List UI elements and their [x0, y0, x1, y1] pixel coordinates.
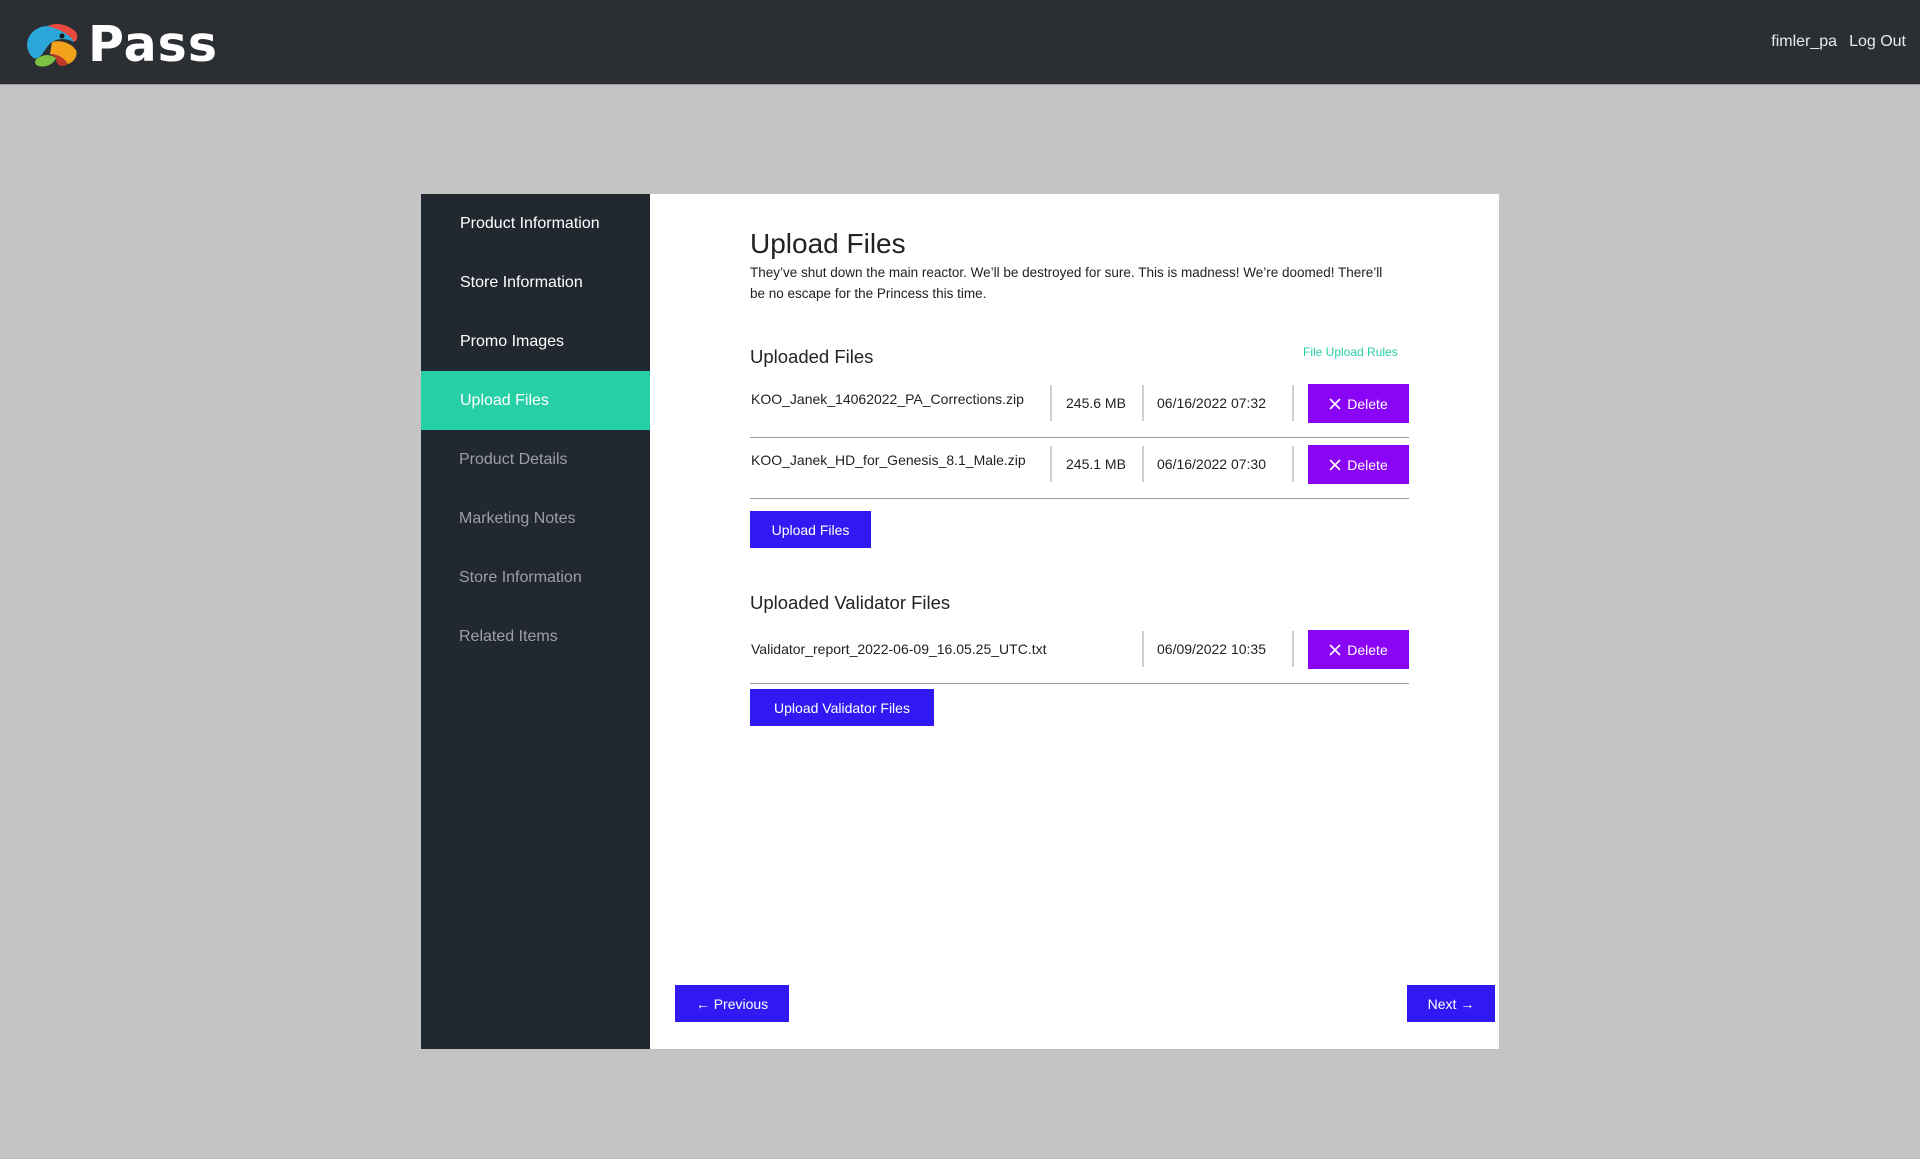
close-icon: [1329, 643, 1341, 656]
sidebar: Product Information Store Information Pr…: [421, 194, 650, 1049]
sidebar-item-store-information-2[interactable]: Store Information: [421, 548, 650, 607]
sidebar-item-store-information[interactable]: Store Information: [421, 253, 650, 312]
divider: [1050, 446, 1052, 482]
upload-validator-files-button[interactable]: Upload Validator Files: [750, 689, 934, 726]
close-icon: [1329, 458, 1341, 471]
sidebar-item-label: Product Details: [459, 450, 568, 468]
sidebar-item-marketing-notes[interactable]: Marketing Notes: [421, 489, 650, 548]
file-size: 245.6 MB: [1066, 395, 1126, 411]
page-title: Upload Files: [750, 228, 906, 259]
divider: [1142, 385, 1144, 421]
sidebar-item-label: Product Information: [460, 214, 600, 232]
delete-validator-file-button[interactable]: Delete: [1308, 630, 1409, 669]
close-icon: [1329, 397, 1341, 410]
sidebar-item-label: Store Information: [460, 273, 583, 291]
uploaded-files-title: Uploaded Files: [750, 346, 874, 367]
next-button[interactable]: Next →: [1407, 985, 1495, 1022]
delete-file-button[interactable]: Delete: [1308, 445, 1409, 484]
sidebar-item-label: Marketing Notes: [459, 509, 576, 527]
file-date: 06/16/2022 07:30: [1157, 456, 1266, 472]
file-row: KOO_Janek_HD_for_Genesis_8.1_Male.zip 24…: [750, 438, 1409, 499]
file-size: 245.1 MB: [1066, 456, 1126, 472]
delete-label: Delete: [1347, 456, 1388, 473]
parrot-logo-icon: [27, 24, 78, 67]
divider: [1292, 631, 1294, 667]
sidebar-item-label: Related Items: [459, 627, 558, 645]
divider: [1292, 446, 1294, 482]
previous-button[interactable]: ← Previous: [675, 985, 789, 1022]
sidebar-item-product-information[interactable]: Product Information: [421, 194, 650, 253]
divider: [1292, 385, 1294, 421]
divider: [1142, 631, 1144, 667]
upload-files-button[interactable]: Upload Files: [750, 511, 871, 548]
file-name: Validator_report_2022-06-09_16.05.25_UTC…: [751, 641, 1047, 657]
file-name: KOO_Janek_14062022_PA_Corrections.zip: [751, 391, 1024, 407]
divider: [1142, 446, 1144, 482]
divider: [1050, 385, 1052, 421]
sidebar-item-label: Store Information: [459, 568, 582, 586]
logo-text: Pass: [88, 16, 218, 73]
delete-label: Delete: [1347, 395, 1388, 412]
top-bar: Pass fimler_pa Log Out: [0, 0, 1920, 85]
delete-file-button[interactable]: Delete: [1308, 384, 1409, 423]
file-date: 06/16/2022 07:32: [1157, 395, 1266, 411]
user-area: fimler_pa Log Out: [1771, 33, 1906, 51]
sidebar-item-product-details[interactable]: Product Details: [421, 430, 650, 489]
page-description: They’ve shut down the main reactor. We’l…: [750, 265, 1383, 301]
wizard-card: Product Information Store Information Pr…: [421, 194, 1499, 1049]
username: fimler_pa: [1771, 33, 1838, 50]
sidebar-item-label: Promo Images: [460, 332, 565, 350]
logo[interactable]: Pass: [20, 20, 218, 70]
validator-files-title: Uploaded Validator Files: [750, 592, 951, 613]
file-row: Validator_report_2022-06-09_16.05.25_UTC…: [750, 623, 1409, 684]
delete-label: Delete: [1347, 641, 1388, 658]
file-date: 06/09/2022 10:35: [1157, 641, 1266, 657]
file-name: KOO_Janek_HD_for_Genesis_8.1_Male.zip: [751, 452, 1026, 468]
sidebar-item-label: Upload Files: [460, 391, 549, 409]
logout-link[interactable]: Log Out: [1849, 33, 1906, 51]
sidebar-item-related-items[interactable]: Related Items: [421, 607, 650, 666]
sidebar-item-upload-files[interactable]: Upload Files: [421, 371, 650, 430]
main-content: Upload Files They’ve shut down the main …: [650, 194, 1499, 1049]
file-upload-rules-link[interactable]: File Upload Rules: [1303, 345, 1398, 359]
file-row: KOO_Janek_14062022_PA_Corrections.zip 24…: [750, 377, 1409, 438]
sidebar-item-promo-images[interactable]: Promo Images: [421, 312, 650, 371]
